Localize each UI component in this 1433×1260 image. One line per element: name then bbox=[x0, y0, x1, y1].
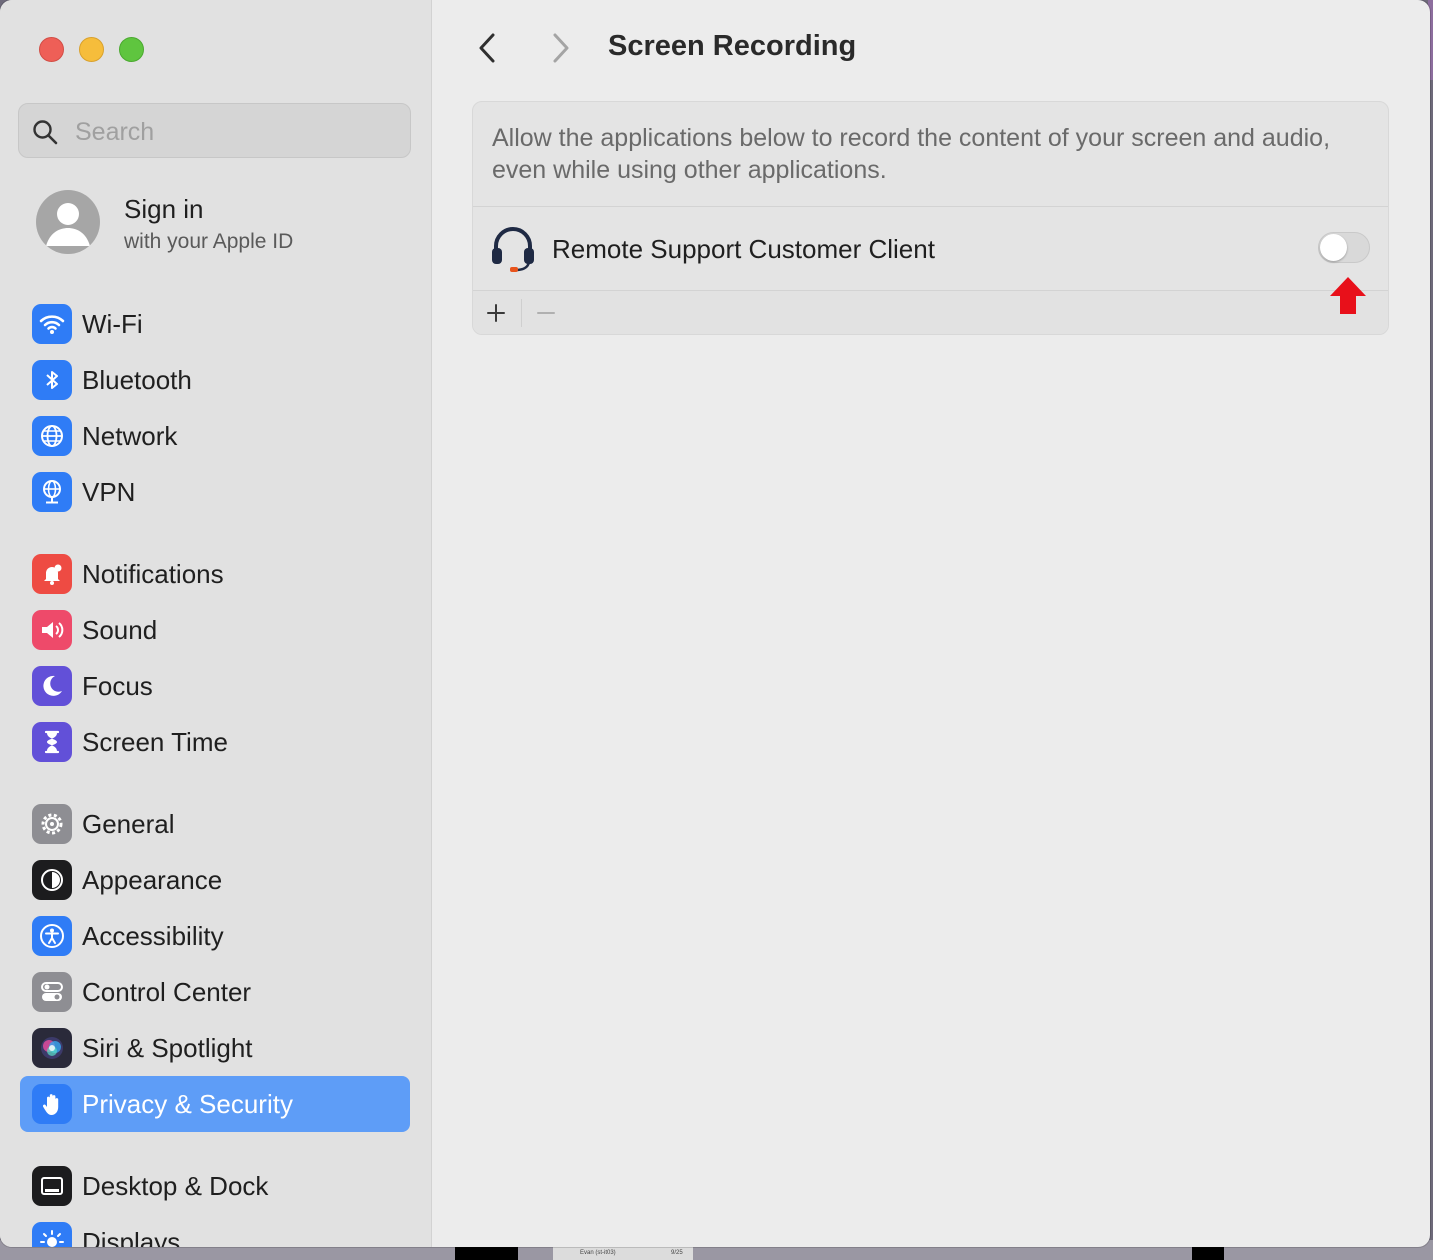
accessibility-icon bbox=[32, 916, 72, 956]
avatar bbox=[36, 190, 100, 254]
dock-icon bbox=[32, 1166, 72, 1206]
screen-recording-panel: Allow the applications below to record t… bbox=[472, 101, 1389, 335]
gear-icon bbox=[32, 804, 72, 844]
sidebar-item-screen-time[interactable]: Screen Time bbox=[20, 714, 410, 770]
search-input[interactable] bbox=[73, 112, 397, 152]
sidebar: Sign in with your Apple ID Wi-Fi Bluetoo… bbox=[0, 0, 432, 1247]
sidebar-item-label: Sound bbox=[82, 615, 158, 645]
search-icon bbox=[33, 120, 58, 145]
sidebar-item-label: Accessibility bbox=[82, 921, 224, 951]
desktop-window-thumbnail bbox=[455, 1247, 518, 1260]
account-title: Sign in bbox=[124, 194, 204, 224]
sidebar-item-notifications[interactable]: Notifications bbox=[20, 546, 410, 602]
speaker-icon bbox=[32, 610, 72, 650]
control-center-icon bbox=[32, 972, 72, 1012]
sun-icon bbox=[32, 1222, 72, 1247]
chevron-right-icon bbox=[553, 33, 569, 63]
sidebar-item-displays[interactable]: Displays bbox=[20, 1214, 410, 1247]
apple-id-sign-in[interactable]: Sign in with your Apple ID bbox=[36, 190, 416, 260]
sidebar-item-label: Control Center bbox=[82, 977, 252, 1007]
account-subtitle: with your Apple ID bbox=[124, 230, 294, 253]
plus-icon bbox=[487, 304, 505, 322]
settings-window: Sign in with your Apple ID Wi-Fi Bluetoo… bbox=[0, 0, 1430, 1247]
vpn-globe-icon bbox=[32, 472, 72, 512]
sidebar-item-sound[interactable]: Sound bbox=[20, 602, 410, 658]
headset-icon bbox=[492, 227, 534, 272]
sidebar-item-label: Siri & Spotlight bbox=[82, 1033, 253, 1063]
appearance-icon bbox=[32, 860, 72, 900]
bluetooth-icon bbox=[32, 360, 72, 400]
sidebar-item-label: Appearance bbox=[82, 865, 223, 895]
panel-description: Allow the applications below to record t… bbox=[492, 124, 1331, 184]
desktop-card-date: 9/25 bbox=[671, 1250, 683, 1256]
app-row: Remote Support Customer Client bbox=[473, 207, 1388, 290]
sidebar-item-wifi[interactable]: Wi-Fi bbox=[20, 296, 410, 352]
sidebar-item-label: Screen Time bbox=[82, 727, 228, 757]
sidebar-item-label: Wi-Fi bbox=[82, 309, 143, 339]
bell-icon bbox=[32, 554, 72, 594]
sidebar-item-focus[interactable]: Focus bbox=[20, 658, 410, 714]
app-name: Remote Support Customer Client bbox=[552, 234, 935, 264]
annotation-arrow-up-icon bbox=[1330, 277, 1366, 314]
panel-footer bbox=[473, 291, 1388, 334]
sidebar-item-desktop-dock[interactable]: Desktop & Dock bbox=[20, 1158, 410, 1214]
sidebar-item-label: Bluetooth bbox=[82, 365, 192, 395]
minimize-window-button[interactable] bbox=[79, 37, 104, 62]
chevron-left-icon bbox=[479, 33, 495, 63]
wifi-icon bbox=[32, 304, 72, 344]
page-title: Screen Recording bbox=[608, 30, 857, 62]
sidebar-item-label: General bbox=[82, 809, 175, 839]
person-icon bbox=[46, 203, 90, 246]
sidebar-item-label: Privacy & Security bbox=[82, 1089, 293, 1119]
sidebar-item-network[interactable]: Network bbox=[20, 408, 410, 464]
toggle-knob bbox=[1320, 234, 1347, 261]
forward-button[interactable] bbox=[540, 28, 580, 68]
sidebar-item-appearance[interactable]: Appearance bbox=[20, 852, 410, 908]
back-button[interactable] bbox=[468, 28, 508, 68]
sidebar-item-label: Focus bbox=[82, 671, 153, 701]
minus-icon bbox=[537, 312, 555, 314]
zoom-window-button[interactable] bbox=[119, 37, 144, 62]
screen-recording-toggle[interactable] bbox=[1318, 232, 1370, 263]
search-field[interactable] bbox=[18, 103, 411, 158]
sidebar-item-label: VPN bbox=[82, 477, 136, 507]
main-content: Screen Recording Allow the applications … bbox=[432, 0, 1430, 1247]
sidebar-item-control-center[interactable]: Control Center bbox=[20, 964, 410, 1020]
globe-icon bbox=[32, 416, 72, 456]
sidebar-item-label: Network bbox=[82, 421, 178, 451]
remove-app-button[interactable] bbox=[527, 297, 565, 329]
close-window-button[interactable] bbox=[39, 37, 64, 62]
add-app-button[interactable] bbox=[477, 297, 515, 329]
desktop-card-thumbnail: Evan (st-it03) 9/25 bbox=[553, 1247, 693, 1260]
desktop-card-name: Evan (st-it03) bbox=[580, 1250, 616, 1256]
sidebar-item-label: Notifications bbox=[82, 559, 224, 589]
sidebar-item-label: Desktop & Dock bbox=[82, 1171, 269, 1201]
sidebar-item-general[interactable]: General bbox=[20, 796, 410, 852]
siri-icon bbox=[32, 1028, 72, 1068]
sidebar-item-privacy-security[interactable]: Privacy & Security bbox=[20, 1076, 410, 1132]
sidebar-item-label: Displays bbox=[82, 1227, 181, 1247]
moon-icon bbox=[32, 666, 72, 706]
desktop-window-thumbnail bbox=[1192, 1247, 1224, 1260]
footer-separator bbox=[521, 299, 522, 327]
sidebar-item-accessibility[interactable]: Accessibility bbox=[20, 908, 410, 964]
sidebar-item-vpn[interactable]: VPN bbox=[20, 464, 410, 520]
sidebar-item-bluetooth[interactable]: Bluetooth bbox=[20, 352, 410, 408]
sidebar-item-siri-spotlight[interactable]: Siri & Spotlight bbox=[20, 1020, 410, 1076]
hand-icon bbox=[32, 1084, 72, 1124]
hourglass-icon bbox=[32, 722, 72, 762]
